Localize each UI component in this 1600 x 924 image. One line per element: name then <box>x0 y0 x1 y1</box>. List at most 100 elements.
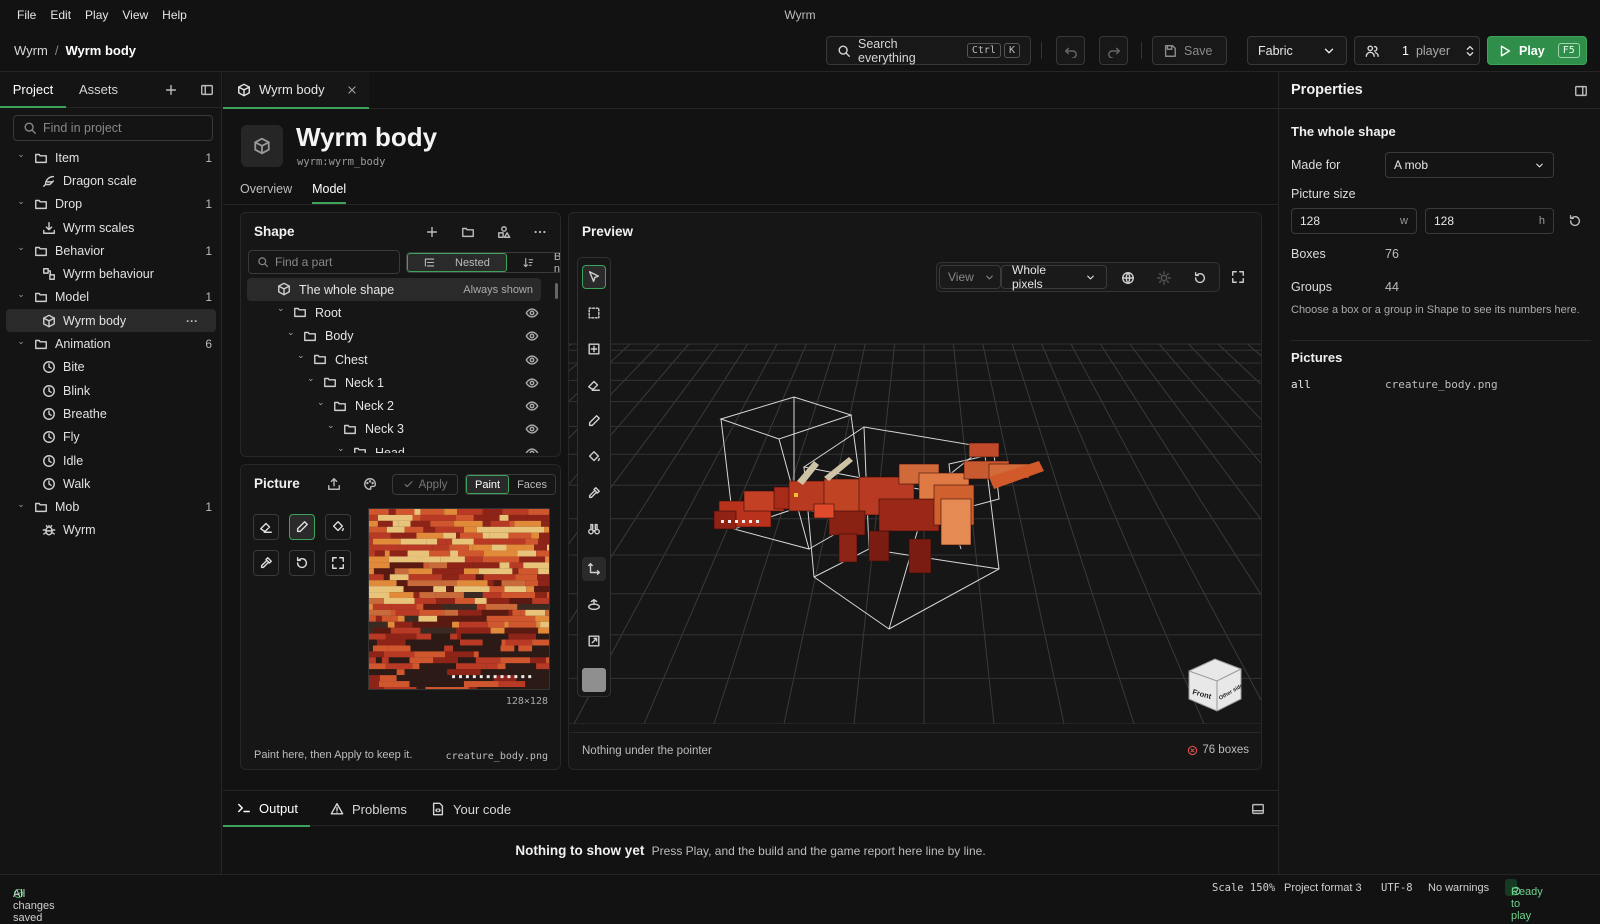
eye-icon[interactable] <box>525 306 539 320</box>
chevron-down-icon[interactable]: ⌄ <box>14 289 28 300</box>
add-icon[interactable] <box>164 83 178 97</box>
fill-tool[interactable] <box>325 514 351 540</box>
editor-tab-wyrm-body[interactable]: Wyrm body <box>223 72 369 109</box>
chevron-down-icon[interactable]: ⌄ <box>317 397 325 408</box>
tree-item[interactable]: Dragon scale <box>6 169 216 192</box>
chevron-down-icon[interactable]: ⌄ <box>14 499 28 510</box>
chevron-down-icon[interactable]: ⌄ <box>14 149 28 160</box>
eye-icon[interactable] <box>525 376 539 390</box>
shape-part-row[interactable]: ⌄ Chest <box>247 348 547 371</box>
undo-button[interactable] <box>1056 36 1085 65</box>
tab-problems[interactable]: Problems <box>330 791 407 827</box>
globe-icon[interactable] <box>1121 271 1135 285</box>
mode-by-name[interactable]: By name <box>507 253 560 272</box>
fit-tool[interactable] <box>325 550 351 576</box>
shape-part-row[interactable]: ⌄ Body <box>247 325 547 348</box>
eye-icon[interactable] <box>525 353 539 367</box>
tree-item[interactable]: Idle <box>6 449 216 472</box>
erase-tool[interactable] <box>582 373 606 397</box>
select-tool[interactable] <box>582 265 606 289</box>
play-button[interactable]: Play F5 <box>1487 36 1587 65</box>
reset-tool[interactable] <box>289 550 315 576</box>
chevron-down-icon[interactable]: ⌄ <box>14 336 28 347</box>
orientation-cube[interactable]: Front Other side <box>1183 651 1247 715</box>
eye-icon[interactable] <box>525 446 539 453</box>
tree-item[interactable]: Wyrm <box>6 519 216 542</box>
tree-folder[interactable]: ⌄ Behavior 1 <box>6 239 216 262</box>
tree-folder[interactable]: ⌄ Mob 1 <box>6 495 216 518</box>
shape-part-row[interactable]: ⌄ Root <box>247 301 547 324</box>
picker-tool[interactable] <box>253 550 279 576</box>
tab-model[interactable]: Model <box>312 182 347 204</box>
tree-item[interactable]: Wyrm behaviour <box>6 262 216 285</box>
search-everything-button[interactable]: Search everything Ctrl K <box>826 36 1031 65</box>
move-tool[interactable] <box>582 557 606 581</box>
scale-status[interactable]: Scale 150% <box>1212 882 1275 894</box>
encoding-status[interactable]: UTF-8 <box>1381 882 1413 894</box>
texture-canvas[interactable] <box>368 508 550 690</box>
pencil-tool[interactable] <box>289 514 315 540</box>
chevron-down-icon[interactable]: ⌄ <box>297 350 305 361</box>
eye-icon[interactable] <box>525 422 539 436</box>
eye-icon[interactable] <box>525 399 539 413</box>
tree-item[interactable]: Blink <box>6 379 216 402</box>
shapes-icon[interactable] <box>497 225 511 239</box>
tree-item[interactable]: Walk <box>6 472 216 495</box>
tree-folder[interactable]: ⌄ Item 1 <box>6 146 216 169</box>
tree-item[interactable]: Bite <box>6 356 216 379</box>
color-swatch[interactable] <box>582 668 606 692</box>
close-icon[interactable] <box>347 85 357 95</box>
reset-size-icon[interactable] <box>1568 214 1582 228</box>
player-count-stepper[interactable]: 1 player <box>1354 36 1480 65</box>
chevron-down-icon[interactable]: ⌄ <box>307 373 315 384</box>
eye-icon[interactable] <box>525 329 539 343</box>
project-search-input[interactable]: Find in project <box>13 115 213 141</box>
save-button[interactable]: Save <box>1152 36 1227 65</box>
box-select-tool[interactable] <box>582 301 606 325</box>
sidebar-toggle-icon[interactable] <box>200 83 214 97</box>
paint-tool[interactable] <box>582 409 606 433</box>
viewport-3d[interactable] <box>569 249 1262 724</box>
shape-part-row[interactable]: ⌄ Head <box>247 441 547 453</box>
chevron-down-icon[interactable]: ⌄ <box>287 327 295 338</box>
rotate-tool[interactable] <box>582 593 606 617</box>
height-input[interactable]: 128 h <box>1425 208 1554 234</box>
mode-nested[interactable]: Nested <box>407 253 507 272</box>
chevron-down-icon[interactable]: ⌄ <box>14 196 28 207</box>
tree-folder[interactable]: ⌄ Animation 6 <box>6 332 216 355</box>
panel-toggle-icon[interactable] <box>1574 84 1588 98</box>
tree-item[interactable]: Wyrm body ··· <box>6 309 216 333</box>
add-box-tool[interactable] <box>582 337 606 361</box>
tab-project[interactable]: Project <box>0 72 66 108</box>
panel-toggle-icon[interactable] <box>1251 802 1265 816</box>
apply-button[interactable]: Apply <box>392 474 458 495</box>
view-select[interactable]: View <box>939 265 1001 289</box>
shape-part-row[interactable]: ⌄ Neck 3 <box>247 418 547 441</box>
tab-assets[interactable]: Assets <box>79 72 118 108</box>
chevron-down-icon[interactable]: ⌄ <box>14 242 28 253</box>
sun-icon[interactable] <box>1157 271 1171 285</box>
made-for-select[interactable]: A mob <box>1385 152 1554 178</box>
tree-item[interactable]: Fly <box>6 426 216 449</box>
tab-your-code[interactable]: Your code <box>431 791 511 827</box>
reset-view-icon[interactable] <box>1193 271 1207 285</box>
upload-icon[interactable] <box>327 477 341 491</box>
chevron-down-icon[interactable]: ⌄ <box>277 303 285 314</box>
picker-tool-3d[interactable] <box>582 481 606 505</box>
scale-tool[interactable] <box>582 629 606 653</box>
mirror-tool[interactable] <box>582 517 606 541</box>
find-part-input[interactable]: Find a part <box>248 250 400 274</box>
tree-item[interactable]: Wyrm scales <box>6 216 216 239</box>
redo-button[interactable] <box>1099 36 1128 65</box>
more-icon[interactable] <box>533 225 547 239</box>
tree-folder[interactable]: ⌄ Drop 1 <box>6 193 216 216</box>
fill-tool-3d[interactable] <box>582 445 606 469</box>
breadcrumb-root[interactable]: Wyrm <box>14 43 48 58</box>
tab-overview[interactable]: Overview <box>240 182 292 204</box>
width-input[interactable]: 128 w <box>1291 208 1417 234</box>
tree-folder[interactable]: ⌄ Model 1 <box>6 286 216 309</box>
shape-part-row[interactable]: ⌄ Neck 2 <box>247 395 547 418</box>
fullscreen-icon[interactable] <box>1231 270 1245 284</box>
mode-faces[interactable]: Faces <box>509 475 555 494</box>
more-icon[interactable]: ··· <box>186 314 198 328</box>
